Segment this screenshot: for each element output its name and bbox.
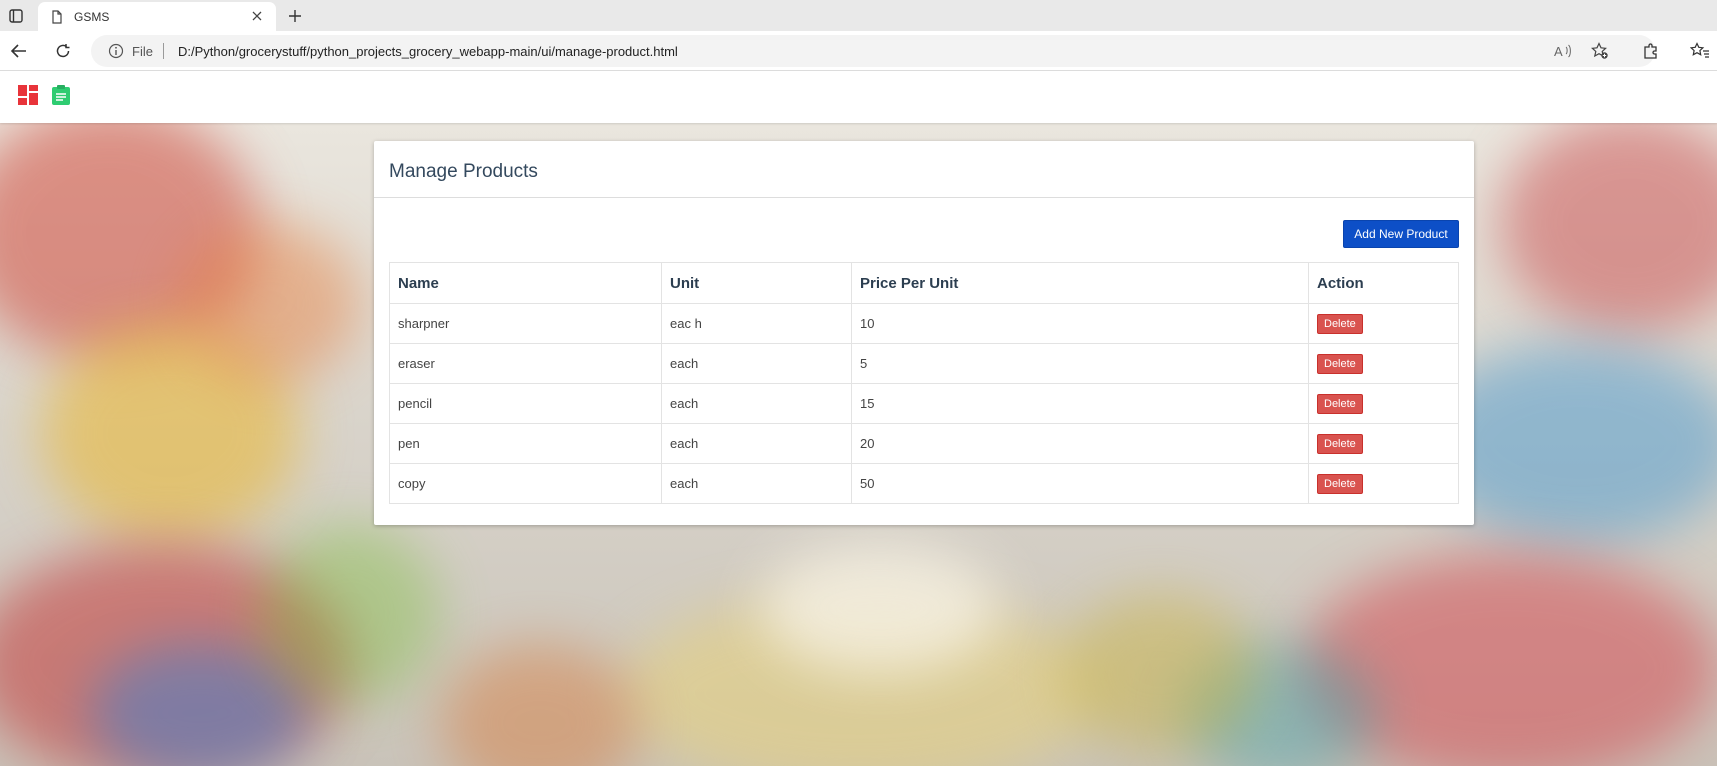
read-aloud-icon[interactable]: A [1554,42,1572,60]
app-navbar [0,71,1717,123]
column-header-unit: Unit [661,262,852,304]
delete-button[interactable]: Delete [1317,393,1363,414]
product-name-cell: eraser [389,343,662,384]
address-bar[interactable]: File D:/Python/grocerystuff/python_proje… [91,35,1655,67]
new-tab-icon[interactable] [285,6,305,26]
page-icon [50,10,64,24]
column-header-price: Price Per Unit [851,262,1309,304]
extensions-icon[interactable] [1640,40,1662,62]
clipboard-icon[interactable] [50,84,72,106]
reload-icon[interactable] [52,40,74,62]
url-scheme-label: File [132,44,153,59]
column-header-action: Action [1308,262,1459,304]
table-row: copy each 50 Delete [389,463,1459,504]
product-unit-cell: each [661,383,852,424]
panel-header: Manage Products [374,141,1474,198]
table-row: sharpner eac h 10 Delete [389,303,1459,344]
svg-text:A: A [1554,44,1563,59]
product-price-cell: 15 [851,383,1309,424]
table-header-row: Name Unit Price Per Unit Action [389,262,1459,304]
dashboard-icon[interactable] [17,84,39,106]
product-price-cell: 5 [851,343,1309,384]
browser-toolbar: File D:/Python/grocerystuff/python_proje… [0,31,1717,71]
page-title: Manage Products [389,161,538,182]
browser-tab[interactable]: GSMS [38,2,276,31]
tab-title: GSMS [74,10,110,24]
product-price-cell: 10 [851,303,1309,344]
url-separator [163,43,164,59]
url-text[interactable]: D:/Python/grocerystuff/python_projects_g… [178,44,678,59]
delete-button[interactable]: Delete [1317,313,1363,334]
product-unit-cell: each [661,343,852,384]
product-name-cell: copy [389,463,662,504]
delete-button[interactable]: Delete [1317,353,1363,374]
info-icon[interactable] [108,43,124,59]
tab-actions-icon[interactable] [6,6,26,26]
table-row: eraser each 5 Delete [389,343,1459,384]
product-price-cell: 20 [851,423,1309,464]
product-name-cell: pencil [389,383,662,424]
delete-button[interactable]: Delete [1317,433,1363,454]
product-action-cell: Delete [1308,463,1459,504]
column-header-name: Name [389,262,662,304]
browser-tab-bar: GSMS [0,0,1717,31]
product-unit-cell: each [661,423,852,464]
table-row: pen each 20 Delete [389,423,1459,464]
delete-button[interactable]: Delete [1317,473,1363,494]
product-unit-cell: eac h [661,303,852,344]
product-action-cell: Delete [1308,423,1459,464]
product-name-cell: sharpner [389,303,662,344]
favorite-add-icon[interactable] [1591,42,1609,60]
back-icon[interactable] [8,40,30,62]
product-name-cell: pen [389,423,662,464]
product-action-cell: Delete [1308,383,1459,424]
close-icon[interactable] [250,9,264,23]
favorites-icon[interactable] [1689,40,1711,62]
products-table: Name Unit Price Per Unit Action sharpner… [389,262,1459,504]
product-price-cell: 50 [851,463,1309,504]
product-unit-cell: each [661,463,852,504]
product-action-cell: Delete [1308,303,1459,344]
product-action-cell: Delete [1308,343,1459,384]
table-row: pencil each 15 Delete [389,383,1459,424]
manage-products-panel: Manage Products Add New Product Name Uni… [374,141,1474,525]
page-viewport: Manage Products Add New Product Name Uni… [0,71,1717,766]
products-table-body: sharpner eac h 10 Delete eraser each 5 Delete pe… [389,303,1459,504]
add-new-product-button[interactable]: Add New Product [1343,220,1459,248]
